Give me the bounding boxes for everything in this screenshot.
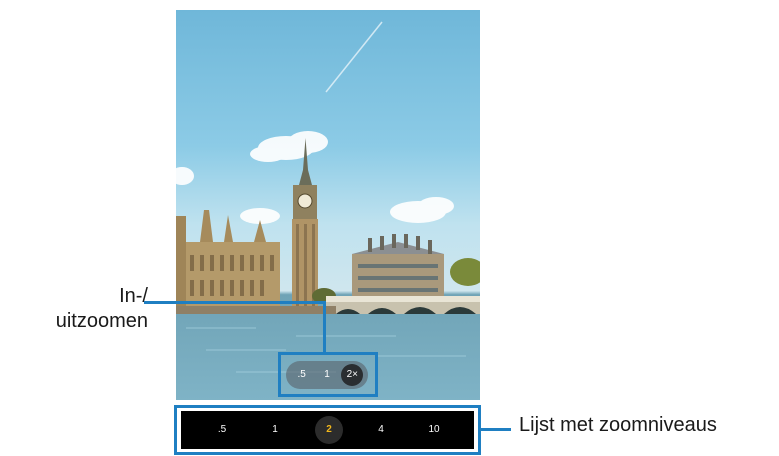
zoom-in-out-label-text: In-/ uitzoomen <box>55 285 148 332</box>
camera-preview <box>176 10 480 400</box>
zoom-level-10[interactable]: 10 <box>419 411 449 449</box>
zoom-level-4[interactable]: 4 <box>366 411 396 449</box>
zoom-level-2-selected[interactable]: 2 <box>315 416 343 444</box>
zoom-level-list-callout-label: Lijst met zoomniveaus <box>519 414 717 436</box>
zoom-option-2x-selected[interactable]: 2× <box>341 364 364 386</box>
callout-line <box>323 301 326 353</box>
london-scene-image <box>176 21 480 373</box>
zoom-level-0-5[interactable]: .5 <box>207 411 237 449</box>
zoom-in-out-callout-label: In-/ uitzoomen <box>8 284 148 334</box>
zoom-option-0-5x[interactable]: .5 <box>291 364 313 386</box>
zoom-option-1x[interactable]: 1 <box>316 364 338 386</box>
zoom-level-1[interactable]: 1 <box>260 411 290 449</box>
zoom-level-list[interactable]: .5 1 2 4 10 <box>181 411 474 449</box>
zoom-control-pill[interactable]: .5 1 2× <box>286 361 368 389</box>
callout-line <box>481 428 511 431</box>
callout-line <box>144 301 325 304</box>
